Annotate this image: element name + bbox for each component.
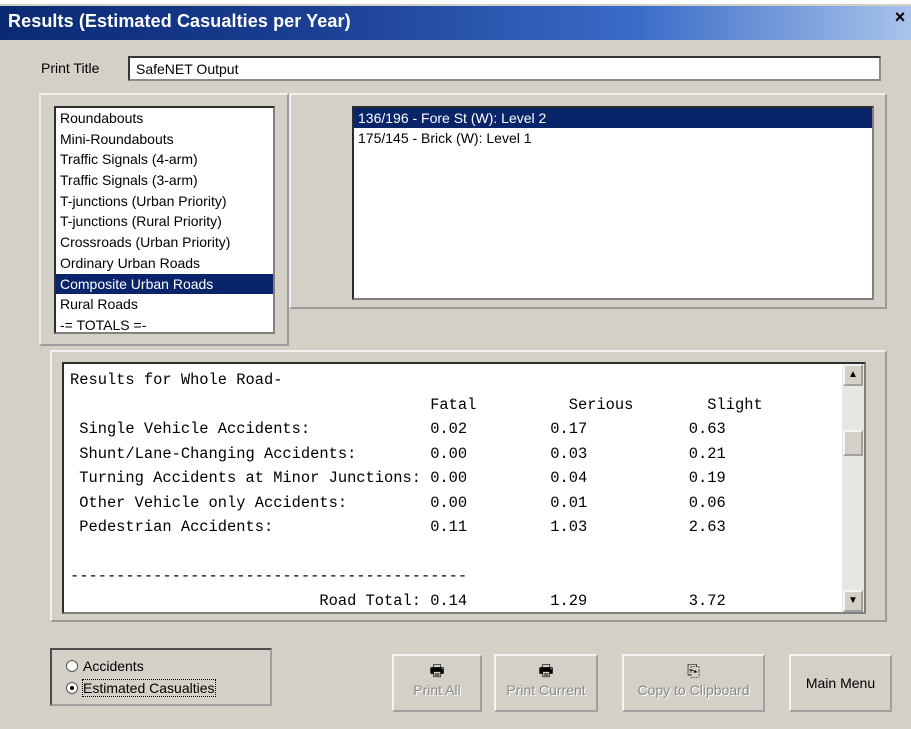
category-item[interactable]: Rural Roads [56,294,273,315]
category-item[interactable]: Traffic Signals (3-arm) [56,170,273,191]
radio-accidents-dot[interactable] [66,660,78,672]
title-bar[interactable]: Results (Estimated Casualties per Year) [0,6,911,40]
scroll-thumb[interactable] [843,430,863,456]
print-title-input[interactable] [128,56,881,81]
category-item[interactable]: Roundabouts [56,108,273,129]
results-line: ----------------------------------------… [70,567,468,585]
copy-to-clipboard-button[interactable]: ⎘ Copy to Clipboard [622,654,765,712]
print-all-button[interactable]: 🖶 Print All [392,654,482,712]
close-button[interactable]: × [889,6,911,28]
site-item[interactable]: 136/196 - Fore St (W): Level 2 [354,108,872,128]
radio-accidents-label: Accidents [83,658,144,674]
results-line [70,540,763,565]
print-title-label: Print Title [41,60,100,76]
results-text: Results for Whole Road- Fatal Serious Sl… [70,368,763,612]
results-line: Fatal Serious Slight [70,395,763,414]
printer-icon: 🖶 [429,663,445,680]
clipboard-icon: ⎘ [687,663,700,680]
category-item[interactable]: Crossroads (Urban Priority) [56,232,273,253]
radio-estimated-casualties-label: Estimated Casualties [82,679,216,697]
results-line: Other Vehicle only Accidents: 0.00 0.01 … [70,493,726,512]
category-item[interactable]: Composite Urban Roads [56,273,273,295]
category-item[interactable]: T-junctions (Urban Priority) [56,191,273,212]
results-textbox[interactable]: Results for Whole Road- Fatal Serious Sl… [62,362,866,614]
category-item[interactable]: Traffic Signals (4-arm) [56,149,273,170]
main-menu-button[interactable]: Main Menu [789,654,892,712]
results-line: Single Vehicle Accidents: 0.02 0.17 0.63 [70,420,726,438]
results-line: Road Total: 0.14 1.29 3.72 [70,591,726,610]
results-line: Shunt/Lane-Changing Accidents: 0.00 0.03… [70,444,726,463]
mode-radio-group: Accidents Estimated Casualties [50,648,272,706]
results-line: Pedestrian Accidents: 0.11 1.03 2.63 [70,518,726,536]
results-heading: Results for Whole Road- [70,371,283,389]
results-line: Turning Accidents at Minor Junctions: 0.… [70,469,726,487]
print-all-label: Print All [413,682,461,698]
category-item[interactable]: T-junctions (Rural Priority) [56,211,273,232]
category-item[interactable]: -= TOTALS =- [56,315,273,336]
copy-to-clipboard-label: Copy to Clipboard [637,682,750,698]
radio-estimated-casualties-dot[interactable] [66,682,78,694]
radio-estimated-casualties[interactable]: Estimated Casualties [66,679,216,697]
radio-accidents[interactable]: Accidents [66,658,144,674]
site-list[interactable]: 136/196 - Fore St (W): Level 2 175/145 - … [352,106,874,300]
category-list[interactable]: Roundabouts Mini-Roundabouts Traffic Signa… [54,106,275,334]
printer-icon: 🖶 [538,663,554,680]
scroll-down-arrow-icon[interactable]: ▼ [843,590,863,612]
window-title: Results (Estimated Casualties per Year) [8,11,351,31]
print-current-button[interactable]: 🖶 Print Current [494,654,598,712]
results-scrollbar[interactable]: ▲ ▼ [842,364,864,612]
site-item[interactable]: 175/145 - Brick (W): Level 1 [354,128,872,148]
main-menu-label: Main Menu [805,675,876,691]
category-item[interactable]: Mini-Roundabouts [56,129,273,150]
scroll-up-arrow-icon[interactable]: ▲ [843,364,863,386]
print-current-label: Print Current [506,682,586,698]
category-item[interactable]: Ordinary Urban Roads [56,253,273,274]
